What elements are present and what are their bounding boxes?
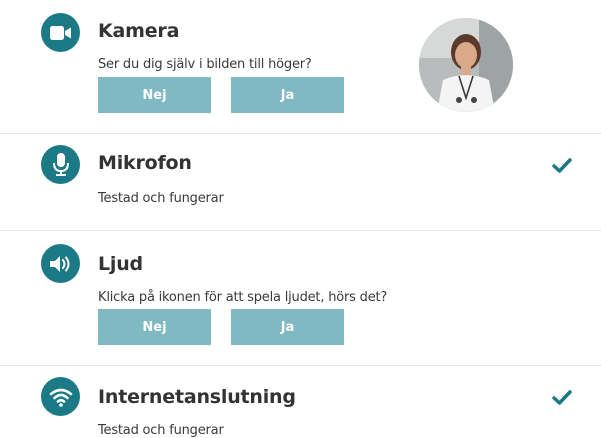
sound-no-button[interactable]: Nej — [98, 309, 211, 345]
check-icon — [552, 158, 572, 174]
sound-question: Klicka på ikonen för att spela ljudet, h… — [98, 290, 388, 305]
wifi-icon — [41, 377, 80, 416]
camera-check-row: Kamera Ser du dig själv i bilden till hö… — [0, 0, 601, 133]
camera-title: Kamera — [98, 20, 180, 42]
internet-title: Internetanslutning — [98, 386, 296, 408]
sound-title: Ljud — [98, 253, 143, 275]
camera-preview-avatar — [419, 18, 513, 112]
camera-no-button[interactable]: Nej — [98, 77, 211, 113]
sound-yes-button[interactable]: Ja — [231, 309, 344, 345]
microphone-icon — [41, 145, 80, 184]
internet-status: Testad och fungerar — [98, 423, 224, 438]
camera-yes-button[interactable]: Ja — [231, 77, 344, 113]
microphone-title: Mikrofon — [98, 152, 192, 174]
internet-check-row: Internetanslutning Testad och fungerar — [0, 366, 601, 438]
sound-check-row: Ljud Klicka på ikonen för att spela ljud… — [0, 231, 601, 365]
microphone-check-row: Mikrofon Testad och fungerar — [0, 134, 601, 230]
microphone-status: Testad och fungerar — [98, 191, 224, 206]
check-icon — [552, 390, 572, 406]
camera-icon — [41, 13, 80, 52]
camera-question: Ser du dig själv i bilden till höger? — [98, 57, 312, 72]
speaker-icon[interactable] — [41, 244, 80, 283]
